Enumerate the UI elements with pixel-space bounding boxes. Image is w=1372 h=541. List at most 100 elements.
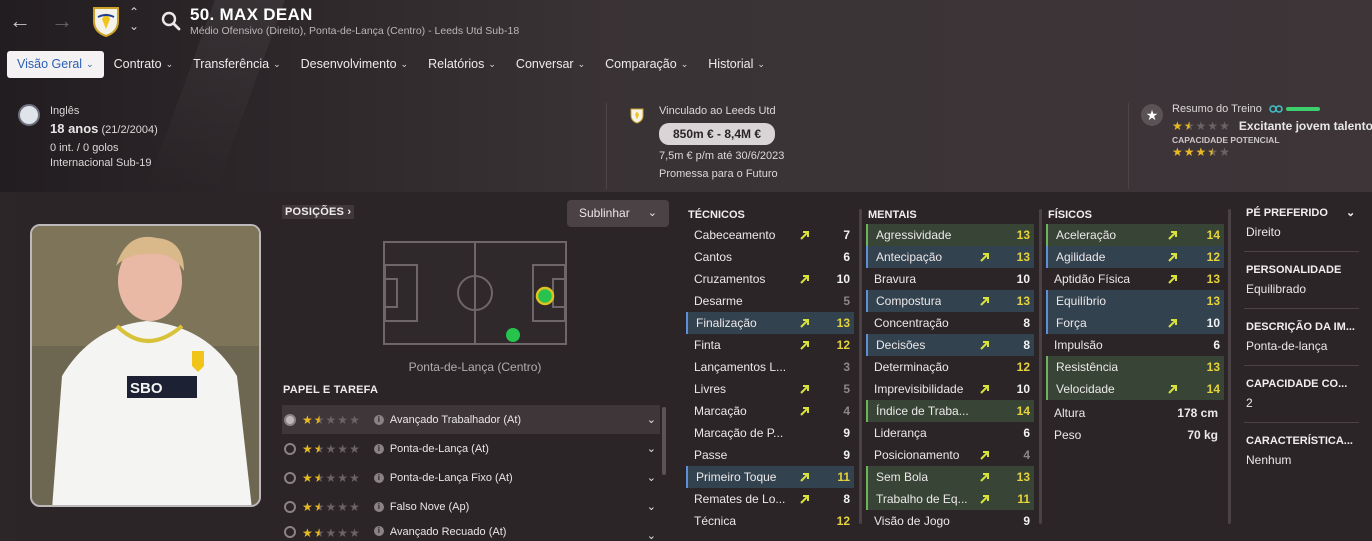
attribute-arrow-icon xyxy=(1168,275,1177,284)
next-player-icon[interactable]: ⌄ xyxy=(127,19,141,33)
attribute-row[interactable]: Visão de Jogo 9 xyxy=(866,510,1034,532)
tab-visao-geral[interactable]: Visão Geral ⌄ xyxy=(7,51,104,78)
info-icon[interactable]: i xyxy=(373,526,384,536)
attribute-name: Agressividade xyxy=(876,228,952,242)
attribute-arrow-icon xyxy=(980,341,989,350)
media-description-value: Ponta-de-lança xyxy=(1246,339,1328,353)
chevron-down-icon[interactable]: ⌄ xyxy=(647,500,656,513)
scrollbar[interactable] xyxy=(1039,209,1042,524)
tab-desenvolvimento[interactable]: Desenvolvimento ⌄ xyxy=(291,51,418,78)
info-icon[interactable]: i xyxy=(373,501,384,512)
transfer-value-pill[interactable]: 850m € - 8,4M € xyxy=(659,123,776,145)
highlight-dropdown[interactable]: Sublinhar ⌄ xyxy=(567,200,669,227)
attribute-row[interactable]: Lançamentos L... 3 xyxy=(686,356,854,378)
attribute-row[interactable]: Primeiro Toque 11 xyxy=(686,466,854,488)
attribute-row[interactable]: Agressividade 13 xyxy=(866,224,1034,246)
attribute-row[interactable]: Bravura 10 xyxy=(866,268,1034,290)
chevron-down-icon: ⌄ xyxy=(680,59,689,69)
attribute-row[interactable]: Decisões 8 xyxy=(866,334,1034,356)
tab-comparacao[interactable]: Comparação ⌄ xyxy=(595,51,698,78)
role-item[interactable]: ★ ★ ★ ★ ★ i Ponta-de-Lança Fixo (At) ⌄ xyxy=(282,463,660,492)
positions-link[interactable]: POSIÇÕES › xyxy=(282,205,355,219)
tab-relatorios[interactable]: Relatórios ⌄ xyxy=(418,51,506,78)
attribute-row[interactable]: Trabalho de Eq... 11 xyxy=(866,488,1034,510)
attribute-row[interactable]: Remates de Lo... 8 xyxy=(686,488,854,510)
role-item[interactable]: ★ ★ ★ ★ ★ i Ponta-de-Lança (At) ⌄ xyxy=(282,434,660,463)
attribute-row[interactable]: Marcação de P... 9 xyxy=(686,422,854,444)
radio-button[interactable] xyxy=(284,471,296,484)
info-icon[interactable]: i xyxy=(373,443,384,454)
role-name: Ponta-de-Lança (At) xyxy=(389,442,489,455)
attribute-name: Passe xyxy=(694,448,728,462)
attribute-row[interactable]: Compostura 13 xyxy=(866,290,1034,312)
attribute-value: 4 xyxy=(843,404,850,418)
tab-conversar[interactable]: Conversar ⌄ xyxy=(506,51,595,78)
attribute-row[interactable]: Posicionamento 4 xyxy=(866,444,1034,466)
physical-attributes: FÍSICOS Aceleração 14 Agilidade 12 Aptidão F… xyxy=(1046,207,1224,400)
attribute-row[interactable]: Impulsão 6 xyxy=(1046,334,1224,356)
link-icon xyxy=(1269,105,1283,113)
chevron-down-icon[interactable]: ⌄ xyxy=(647,413,656,426)
attribute-value: 6 xyxy=(843,250,850,264)
role-item[interactable]: ★ ★ ★ ★ ★ i Avançado Recuado (At) ⌄ xyxy=(282,521,660,541)
scrollbar[interactable] xyxy=(1228,209,1231,524)
attribute-row[interactable]: Equilíbrio 13 xyxy=(1046,290,1224,312)
attribute-row[interactable]: Técnica 12 xyxy=(686,510,854,532)
attribute-row[interactable]: Finalização 13 xyxy=(686,312,854,334)
attribute-value: 13 xyxy=(1016,228,1030,242)
positions-title: POSIÇÕES xyxy=(285,206,345,218)
chevron-down-icon[interactable]: ⌄ xyxy=(1346,205,1355,221)
attribute-row[interactable]: Livres 5 xyxy=(686,378,854,400)
tab-label: Historial xyxy=(708,57,754,71)
forward-arrow-icon[interactable]: → xyxy=(50,9,74,33)
attribute-value: 7 xyxy=(843,228,850,242)
attribute-row[interactable]: Índice de Traba... 14 xyxy=(866,400,1034,422)
attribute-row[interactable]: Sem Bola 13 xyxy=(866,466,1034,488)
tab-transferencia[interactable]: Transferência ⌄ xyxy=(183,51,291,78)
previous-player-icon[interactable]: ⌃ xyxy=(127,5,141,19)
role-stars: ★ ★ ★ ★ ★ xyxy=(302,441,360,456)
chevron-down-icon[interactable]: ⌄ xyxy=(647,529,656,541)
contract-status: Promessa para o Futuro xyxy=(659,168,778,180)
attribute-row[interactable]: Força 10 xyxy=(1046,312,1224,334)
roles-scrollbar[interactable] xyxy=(662,407,666,475)
attribute-row[interactable]: Cabeceamento 7 xyxy=(686,224,854,246)
radio-button[interactable] xyxy=(284,526,296,538)
tab-historial[interactable]: Historial ⌄ xyxy=(698,51,775,78)
chevron-down-icon[interactable]: ⌄ xyxy=(647,471,656,484)
chevron-down-icon[interactable]: ⌄ xyxy=(647,442,656,455)
attribute-row[interactable]: Liderança 6 xyxy=(866,422,1034,444)
england-flag-icon xyxy=(18,104,40,126)
attribute-row[interactable]: Determinação 12 xyxy=(866,356,1034,378)
back-arrow-icon[interactable]: ← xyxy=(8,9,32,33)
attribute-row[interactable]: Passe 9 xyxy=(686,444,854,466)
attribute-name: Índice de Traba... xyxy=(876,404,969,418)
attribute-row[interactable]: Desarme 5 xyxy=(686,290,854,312)
attribute-row[interactable]: Cantos 6 xyxy=(686,246,854,268)
divider xyxy=(1128,103,1129,189)
info-icon[interactable]: i xyxy=(373,472,384,483)
attribute-row[interactable]: Aceleração 14 xyxy=(1046,224,1224,246)
attribute-row[interactable]: Aptidão Física 13 xyxy=(1046,268,1224,290)
attribute-row[interactable]: Antecipação 13 xyxy=(866,246,1034,268)
attribute-row[interactable]: Marcação 4 xyxy=(686,400,854,422)
tab-contrato[interactable]: Contrato ⌄ xyxy=(104,51,184,78)
role-item[interactable]: ★ ★ ★ ★ ★ i Falso Nove (Ap) ⌄ xyxy=(282,492,660,521)
search-icon[interactable] xyxy=(160,10,182,32)
attribute-row[interactable]: Velocidade 14 xyxy=(1046,378,1224,400)
attribute-row[interactable]: Cruzamentos 10 xyxy=(686,268,854,290)
scrollbar[interactable] xyxy=(859,209,862,524)
role-stars: ★ ★ ★ ★ ★ xyxy=(302,499,360,514)
radio-button[interactable] xyxy=(284,442,296,455)
training-label: Excitante jovem talento xyxy=(1238,119,1372,133)
attribute-row[interactable]: Resistência 13 xyxy=(1046,356,1224,378)
radio-button[interactable] xyxy=(284,413,296,426)
role-item[interactable]: ★ ★ ★ ★ ★ i Avançado Trabalhador (At) ⌄ xyxy=(282,405,660,434)
attribute-row[interactable]: Agilidade 12 xyxy=(1046,246,1224,268)
club-badge-icon[interactable] xyxy=(92,5,120,37)
attribute-row[interactable]: Concentração 8 xyxy=(866,312,1034,334)
attribute-row[interactable]: Finta 12 xyxy=(686,334,854,356)
info-icon[interactable]: i xyxy=(373,414,384,425)
radio-button[interactable] xyxy=(284,500,296,513)
attribute-row[interactable]: Imprevisibilidade 10 xyxy=(866,378,1034,400)
